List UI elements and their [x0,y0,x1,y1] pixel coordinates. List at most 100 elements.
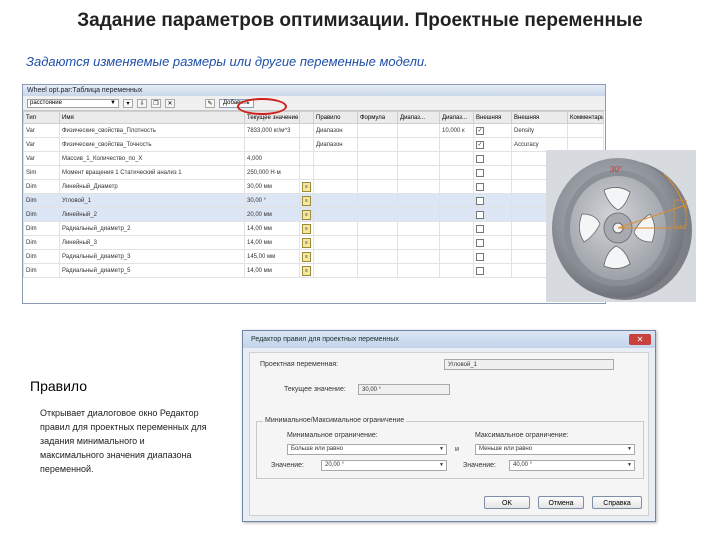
cancel-button[interactable]: Отмена [538,496,584,509]
copy-icon[interactable]: ❐ [151,98,161,108]
cell-icon[interactable]: ≡ [299,249,314,264]
cell-comment[interactable] [567,123,604,138]
cell-name[interactable]: Массив_1_Количество_по_X [59,151,245,166]
cell-value[interactable]: 14,00 мм [244,263,300,278]
cell-icon[interactable]: ≡ [299,179,314,194]
cell-value[interactable]: 14,00 мм [244,221,300,236]
cell-value[interactable] [244,137,300,152]
filter-icon[interactable]: ▾ [123,98,133,108]
cell-range-max[interactable] [439,193,474,208]
cell-rule[interactable]: Диапазон [313,123,358,138]
import-icon[interactable]: ⇩ [137,98,147,108]
cell-external-check[interactable] [473,263,512,278]
model-viewport[interactable]: 30° [546,150,696,302]
ruler-icon[interactable]: ≡ [302,209,311,220]
checkbox[interactable] [476,252,484,261]
checkbox[interactable] [476,224,484,233]
cell-type[interactable]: Dim [23,193,60,208]
cell-name[interactable]: Линейный_3 [59,235,245,250]
cell-rule[interactable] [313,207,358,222]
help-button[interactable]: Справка [592,496,642,509]
cell-range-min[interactable] [397,221,440,236]
cell-icon[interactable] [299,151,314,166]
table-row[interactable]: Var Физические_свойства_Точность Диапазон ✓… [23,137,604,152]
column-header[interactable]: Внешняя [511,111,568,124]
cell-icon[interactable]: ≡ [299,235,314,250]
cell-range-max[interactable] [439,235,474,250]
cell-range-max[interactable] [439,249,474,264]
cell-range-max[interactable] [439,179,474,194]
cell-external-check[interactable] [473,235,512,250]
cell-external-check[interactable] [473,193,512,208]
table-row[interactable]: Dim Линейный_2 20,00 мм ≡ [23,207,604,222]
column-header[interactable]: Тип [23,111,60,124]
cell-external-check[interactable] [473,179,512,194]
checkbox[interactable] [476,154,484,163]
cell-range-min[interactable] [397,123,440,138]
cell-range-min[interactable] [397,249,440,264]
column-header[interactable]: Правило [313,111,358,124]
cell-rule[interactable] [313,235,358,250]
cell-range-min[interactable] [397,151,440,166]
cell-type[interactable]: Var [23,123,60,138]
close-icon[interactable]: ✕ [629,334,651,345]
cell-icon[interactable]: ≡ [299,263,314,278]
cell-formula[interactable] [357,151,398,166]
table-row[interactable]: Var Массив_1_Количество_по_X 4,000 [23,151,604,166]
cell-rule[interactable]: Диапазон [313,137,358,152]
cell-formula[interactable] [357,263,398,278]
cell-icon[interactable] [299,123,314,138]
ruler-icon[interactable]: ≡ [302,251,311,262]
cell-value[interactable]: 145,00 мм [244,249,300,264]
cell-rule[interactable] [313,249,358,264]
cell-external-check[interactable]: ✓ [473,137,512,152]
cell-range-min[interactable] [397,193,440,208]
cell-formula[interactable] [357,193,398,208]
ruler-icon[interactable]: ≡ [302,237,311,248]
cell-formula[interactable] [357,249,398,264]
cell-external-check[interactable] [473,249,512,264]
column-header[interactable]: Комментарий [567,111,604,124]
cell-range-min[interactable] [397,207,440,222]
cell-formula[interactable] [357,221,398,236]
filter-dropdown[interactable]: расстояние ▼ [27,98,119,108]
ruler-icon[interactable]: ≡ [302,195,311,206]
cell-value[interactable]: 30,00 мм [244,179,300,194]
cell-formula[interactable] [357,165,398,180]
checkbox[interactable]: ✓ [476,126,484,135]
cell-formula[interactable] [357,123,398,138]
cell-value[interactable]: 14,00 мм [244,235,300,250]
cell-value[interactable]: 250,000 Н·м [244,165,300,180]
cell-type[interactable]: Var [23,137,60,152]
cell-value[interactable]: 20,00 мм [244,207,300,222]
cell-name[interactable]: Радиальный_диаметр_2 [59,221,245,236]
cell-value[interactable]: 30,00 ° [244,193,300,208]
cell-icon[interactable]: ≡ [299,221,314,236]
cell-range-max[interactable] [439,263,474,278]
cell-rule[interactable] [313,165,358,180]
cell-range-max[interactable] [439,165,474,180]
cell-external-check[interactable] [473,207,512,222]
cell-external-check[interactable] [473,151,512,166]
cell-formula[interactable] [357,235,398,250]
cell-rule[interactable] [313,179,358,194]
min-value-input[interactable]: 20,00 ° ▼ [321,460,447,471]
table-row[interactable]: Dim Угловой_1 30,00 ° ≡ [23,193,604,208]
cell-name[interactable]: Радиальный_диаметр_3 [59,249,245,264]
table-row[interactable]: Dim Радиальный_диаметр_3 145,00 мм ≡ [23,249,604,264]
checkbox[interactable] [476,266,484,275]
cell-icon[interactable] [299,165,314,180]
cell-range-max[interactable] [439,221,474,236]
cell-type[interactable]: Dim [23,249,60,264]
cell-icon[interactable]: ≡ [299,207,314,222]
table-row[interactable]: Dim Радиальный_диаметр_5 14,00 мм ≡ [23,263,604,278]
cell-rule[interactable] [313,221,358,236]
max-condition-select[interactable]: Меньше или равно ▼ [475,444,635,455]
cell-name[interactable]: Физические_свойства_Точность [59,137,245,152]
cell-type[interactable]: Dim [23,221,60,236]
delete-icon[interactable]: ✕ [165,98,175,108]
cell-name[interactable]: Момент вращения 1 Статический анализ 1 [59,165,245,180]
cell-range-min[interactable] [397,165,440,180]
cell-icon[interactable]: ≡ [299,193,314,208]
cell-range-min[interactable] [397,235,440,250]
